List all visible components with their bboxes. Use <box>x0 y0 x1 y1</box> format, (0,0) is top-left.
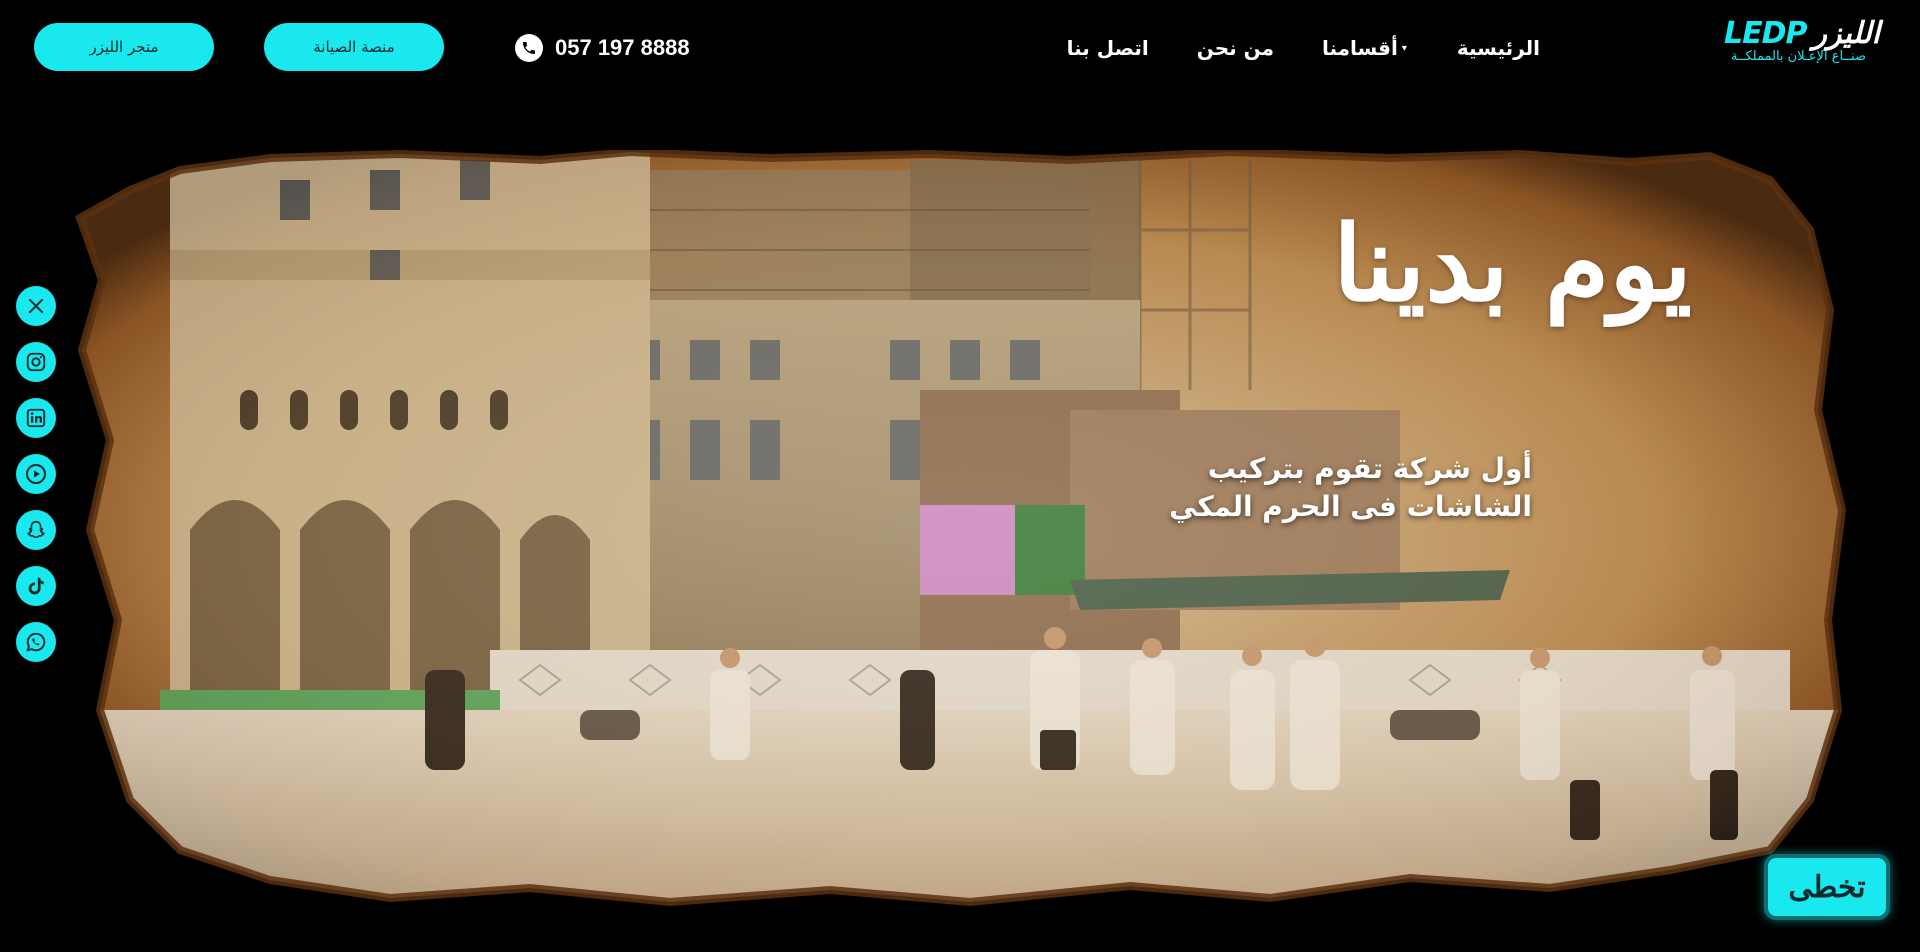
snapchat-icon[interactable] <box>16 510 56 550</box>
nav-about-label: من نحن <box>1196 36 1274 60</box>
chevron-down-icon: ▾ <box>1401 42 1407 54</box>
nav-about[interactable]: من نحن <box>1197 36 1274 60</box>
youtube-icon[interactable] <box>16 454 56 494</box>
nav-sections-label: أقسامنا <box>1321 36 1398 60</box>
hero-subtitle: أول شركة تقوم بتركيب الشاشات فى الحرم ال… <box>1012 450 1532 526</box>
nav-sections[interactable]: أقسامنا ▾ <box>1322 36 1409 60</box>
logo-arabic: الليزر <box>1812 16 1881 51</box>
logo-latin: LEDP <box>1724 16 1807 51</box>
nav-contact-label: اتصل بنا <box>1066 36 1149 60</box>
linkedin-icon[interactable] <box>16 398 56 438</box>
site-header: متجر الليزر منصة الصيانة 057 197 8888 ال… <box>0 0 1920 96</box>
main-nav: الرئيسية أقسامنا ▾ من نحن اتصل بنا <box>1067 30 1540 66</box>
x-icon[interactable] <box>16 286 56 326</box>
nav-home[interactable]: الرئيسية <box>1457 36 1540 60</box>
site-logo[interactable]: LEDP الليزر صنــاع الإعـلان بالمملكــة <box>1680 16 1880 76</box>
logo-tagline: صنــاع الإعـلان بالمملكــة <box>1730 49 1866 64</box>
instagram-icon[interactable] <box>16 342 56 382</box>
tiktok-icon[interactable] <box>16 566 56 606</box>
hero-title: يوم بدينا <box>1333 202 1692 325</box>
hero-subtitle-line2: الشاشات فى الحرم المكي <box>1169 490 1532 523</box>
phone-icon <box>515 34 543 62</box>
skip-button[interactable]: تخطى <box>1764 854 1890 920</box>
hero-banner: يوم بدينا أول شركة تقوم بتركيب الشاشات ف… <box>70 150 1850 910</box>
whatsapp-icon[interactable] <box>16 622 56 662</box>
store-button[interactable]: متجر الليزر <box>34 23 214 71</box>
social-sidebar <box>16 286 56 662</box>
phone-link[interactable]: 057 197 8888 <box>515 30 690 66</box>
hero-subtitle-line1: أول شركة تقوم بتركيب <box>1207 452 1532 485</box>
maintenance-platform-button[interactable]: منصة الصيانة <box>264 23 444 71</box>
phone-number: 057 197 8888 <box>555 35 690 60</box>
nav-contact[interactable]: اتصل بنا <box>1067 36 1149 60</box>
nav-home-label: الرئيسية <box>1456 36 1540 60</box>
